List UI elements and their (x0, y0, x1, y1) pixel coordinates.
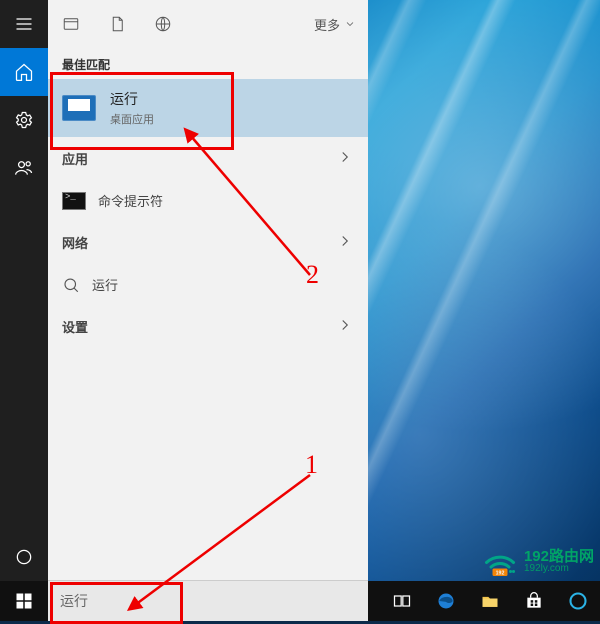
apps-label: 应用 (62, 149, 88, 168)
apps-filter-icon[interactable] (60, 13, 82, 35)
more-label: 更多 (314, 15, 340, 34)
network-run-label: 运行 (92, 275, 118, 294)
search-results-panel: 更多 最佳匹配 运行 桌面应用 应用 命令提示符 网络 运行 设置 (48, 0, 368, 581)
run-icon (62, 95, 96, 121)
search-input[interactable] (48, 581, 368, 621)
best-match-header: 最佳匹配 (48, 48, 368, 79)
network-result-run[interactable]: 运行 (48, 264, 368, 305)
watermark-title: 192路由网 (524, 549, 594, 564)
chevron-right-icon (336, 232, 354, 253)
watermark-url: 192ly.com (524, 564, 594, 574)
network-section-header[interactable]: 网络 (48, 221, 368, 264)
apps-section-header[interactable]: 应用 (48, 137, 368, 180)
settings-section-header[interactable]: 设置 (48, 305, 368, 348)
chevron-right-icon (336, 316, 354, 337)
start-button[interactable] (0, 581, 48, 621)
task-view-icon[interactable] (380, 581, 424, 621)
start-sidebar (0, 0, 48, 581)
result-title: 运行 (110, 89, 154, 109)
web-filter-icon[interactable] (152, 13, 174, 35)
search-bar (48, 580, 368, 621)
result-subtitle: 桌面应用 (110, 111, 154, 127)
cortana-icon[interactable] (0, 533, 48, 581)
store-icon[interactable] (512, 581, 556, 621)
chevron-right-icon (336, 148, 354, 169)
settings-label: 设置 (62, 317, 88, 336)
contacts-icon[interactable] (0, 144, 48, 192)
documents-filter-icon[interactable] (106, 13, 128, 35)
home-icon[interactable] (0, 48, 48, 96)
network-label: 网络 (62, 233, 88, 252)
hamburger-icon[interactable] (0, 0, 48, 48)
watermark: 192 192路由网 192ly.com (482, 543, 594, 579)
filter-bar: 更多 (48, 0, 368, 48)
cmd-icon (62, 192, 86, 210)
settings-gear-icon[interactable] (0, 96, 48, 144)
best-match-result-run[interactable]: 运行 桌面应用 (48, 79, 368, 137)
svg-text:192: 192 (496, 571, 505, 577)
explorer-icon[interactable] (468, 581, 512, 621)
cortana-taskbar-icon[interactable] (556, 581, 600, 621)
more-filters[interactable]: 更多 (314, 15, 356, 34)
wifi-logo-icon: 192 (482, 543, 518, 579)
edge-icon[interactable] (424, 581, 468, 621)
app-result-cmd[interactable]: 命令提示符 (48, 180, 368, 221)
cmd-label: 命令提示符 (98, 191, 163, 210)
